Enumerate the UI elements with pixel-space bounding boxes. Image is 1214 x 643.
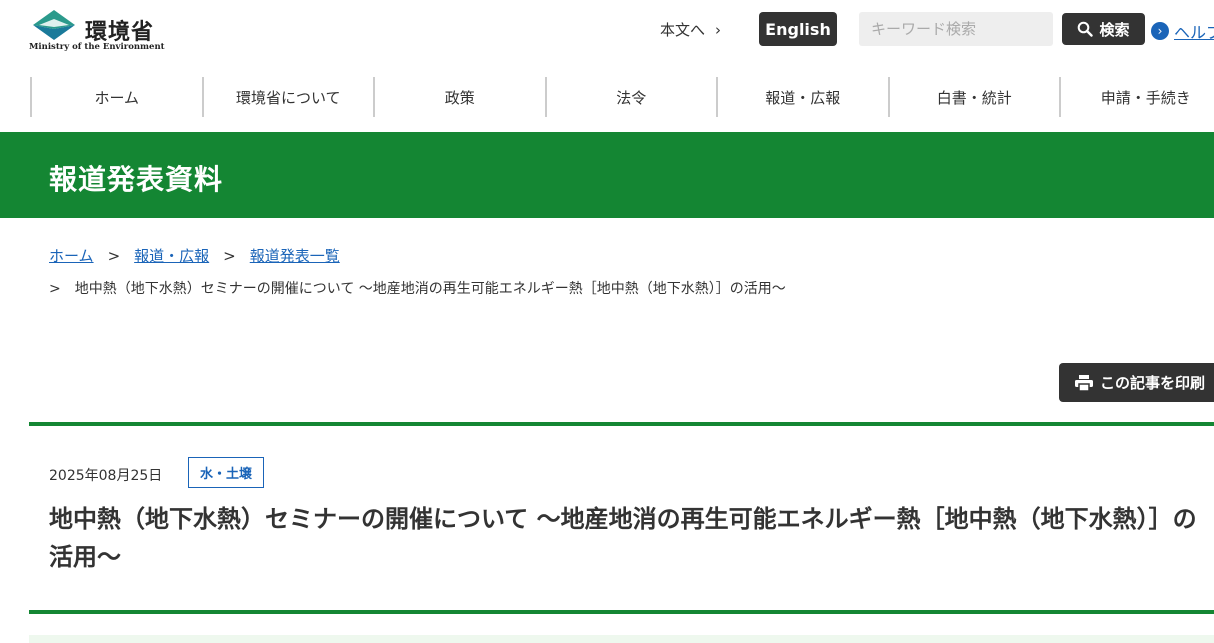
breadcrumb-current-label: 地中熱（地下水熱）セミナーの開催について 〜地産地消の再生可能エネルギー熱［地中… [74,281,786,297]
search-input[interactable] [859,12,1053,46]
article-bottom-divider [29,610,1214,614]
nav-item-policy[interactable]: 政策 [373,77,545,117]
nav-item-about[interactable]: 環境省について [201,77,374,117]
content-box [29,635,1214,643]
skip-to-content-link[interactable]: 本文へ › [660,19,721,40]
nav-item-law[interactable]: 法令 [544,77,717,117]
breadcrumb: ホーム > 報道・広報 > 報道発表一覧 [49,245,340,266]
nav-item-procedures[interactable]: 申請・手続き [1059,77,1214,117]
nav-item-home[interactable]: ホーム [30,77,202,117]
article-top-divider [29,422,1214,426]
skip-link-label: 本文へ [660,21,706,39]
ministry-logo-icon [33,10,75,40]
search-icon [1078,21,1094,37]
breadcrumb-home[interactable]: ホーム [49,247,94,265]
printer-icon [1075,374,1093,392]
search-button-label: 検索 [1099,20,1130,39]
chevron-circle-right-icon: › [1151,22,1169,40]
article-date: 2025年08月25日 [49,468,163,484]
print-button[interactable]: この記事を印刷 [1059,363,1214,402]
breadcrumb-press-list[interactable]: 報道発表一覧 [250,247,340,265]
chevron-right-icon: › [715,20,722,39]
breadcrumb-separator: > [49,281,61,297]
help-link[interactable]: › ヘルプ [1151,19,1214,43]
print-button-label: この記事を印刷 [1100,374,1206,392]
breadcrumb-current: > 地中熱（地下水熱）セミナーの開催について 〜地産地消の再生可能エネルギー熱［地… [49,278,786,298]
nav-item-whitepaper[interactable]: 白書・統計 [887,77,1060,117]
breadcrumb-separator: > [223,247,236,265]
category-badge[interactable]: 水・土壌 [188,457,265,488]
nav-item-press[interactable]: 報道・広報 [716,77,888,117]
breadcrumb-press[interactable]: 報道・広報 [134,247,209,265]
english-button[interactable]: English [759,12,837,46]
help-link-label: ヘルプ [1174,23,1214,42]
logo-subtext: Ministry of the Environment [29,42,165,52]
site-logo[interactable]: 環境省 Ministry of the Environment [29,6,165,54]
page-banner: 報道発表資料 [0,132,1214,218]
page-title: 報道発表資料 [49,163,224,196]
global-nav: ホーム 環境省について 政策 法令 報道・広報 白書・統計 申請・手続き [30,77,1214,117]
search-button[interactable]: 検索 [1062,13,1145,45]
article-title: 地中熱（地下水熱）セミナーの開催について 〜地産地消の再生可能エネルギー熱［地中… [49,505,1197,571]
breadcrumb-separator: > [107,247,121,265]
